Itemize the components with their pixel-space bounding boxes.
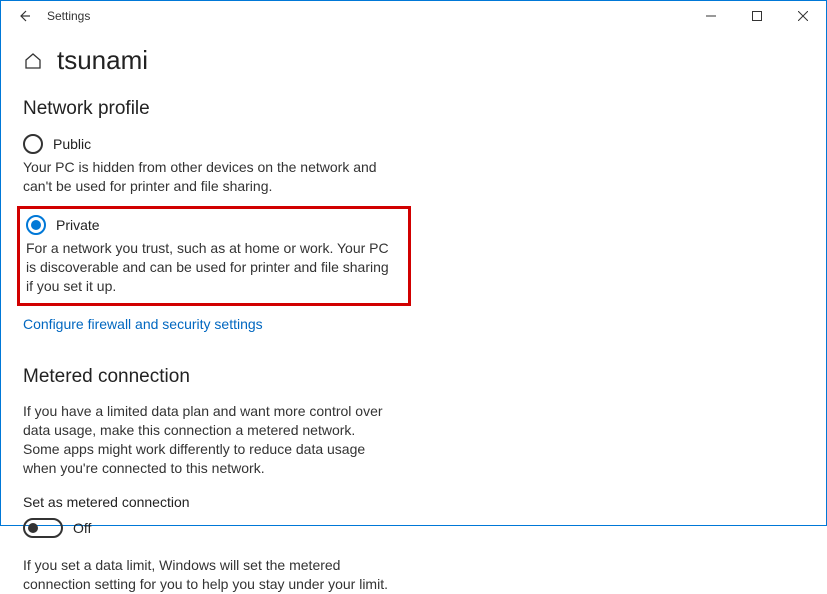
app-title: Settings	[47, 9, 90, 23]
page-title: tsunami	[57, 45, 148, 76]
metered-toggle-state: Off	[73, 520, 91, 536]
data-limit-text: If you set a data limit, Windows will se…	[23, 556, 393, 594]
maximize-button[interactable]	[734, 1, 780, 31]
arrow-left-icon	[16, 8, 32, 24]
radio-private-label: Private	[56, 217, 100, 233]
metered-description: If you have a limited data plan and want…	[23, 402, 393, 478]
metered-toggle-label: Set as metered connection	[23, 494, 804, 510]
metered-toggle-row: Off	[23, 518, 804, 538]
minimize-button[interactable]	[688, 1, 734, 31]
titlebar: Settings	[1, 1, 826, 31]
radio-public-label: Public	[53, 136, 91, 152]
back-button[interactable]	[9, 1, 39, 31]
radio-public[interactable]	[23, 134, 43, 154]
metered-heading: Metered connection	[23, 366, 804, 388]
radio-private-description: For a network you trust, such as at home…	[26, 239, 396, 296]
metered-toggle[interactable]	[23, 518, 63, 538]
radio-option-private[interactable]: Private For a network you trust, such as…	[26, 215, 396, 296]
radio-option-public[interactable]: Public Your PC is hidden from other devi…	[23, 134, 393, 196]
close-button[interactable]	[780, 1, 826, 31]
maximize-icon	[752, 11, 762, 21]
configure-firewall-link[interactable]: Configure firewall and security settings	[23, 316, 263, 332]
home-icon[interactable]	[23, 51, 43, 71]
page-header: tsunami	[23, 45, 804, 76]
network-profile-heading: Network profile	[23, 98, 804, 120]
minimize-icon	[706, 11, 716, 21]
window-controls	[688, 1, 826, 31]
highlighted-private-option: Private For a network you trust, such as…	[17, 206, 411, 307]
radio-public-description: Your PC is hidden from other devices on …	[23, 158, 393, 196]
close-icon	[798, 11, 808, 21]
radio-private[interactable]	[26, 215, 46, 235]
content-area: tsunami Network profile Public Your PC i…	[1, 31, 826, 594]
